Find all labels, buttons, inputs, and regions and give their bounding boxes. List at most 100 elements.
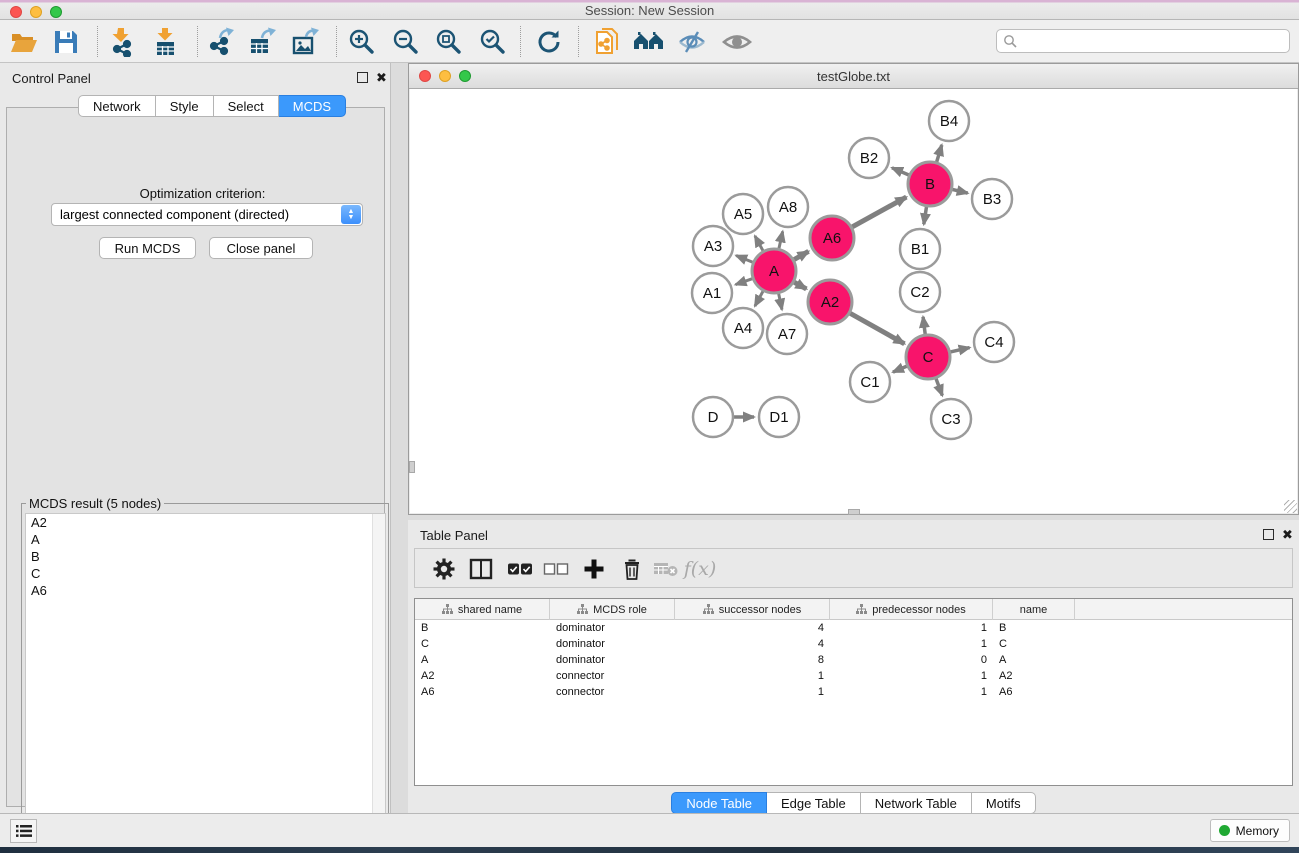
graph-node-B3[interactable]: B3 [972, 179, 1012, 219]
graph-node-A[interactable]: A [752, 249, 796, 293]
table-row[interactable]: A6connector11A6 [415, 684, 1292, 700]
home-views-icon[interactable] [631, 25, 667, 58]
delete-icon[interactable] [615, 552, 649, 585]
edge-B-B2[interactable] [892, 168, 909, 175]
column-header-mcds-role[interactable]: MCDS role [550, 599, 675, 620]
edge-A-A5[interactable] [755, 236, 763, 251]
graph-node-C4[interactable]: C4 [974, 322, 1014, 362]
tab-mcds[interactable]: MCDS [279, 95, 346, 117]
import-table-icon[interactable] [147, 25, 183, 58]
edge-A-A3[interactable] [736, 255, 753, 262]
edge-A-A6[interactable] [794, 251, 809, 259]
graph-node-A7[interactable]: A7 [767, 314, 807, 354]
network-document-icon[interactable] [589, 25, 625, 58]
export-image-icon[interactable] [288, 25, 324, 58]
column-header-predecessor-nodes[interactable]: predecessor nodes [830, 599, 993, 620]
edge-A2-C[interactable] [850, 313, 904, 344]
resize-grip[interactable] [1284, 500, 1297, 513]
table-row[interactable]: Adominator80A [415, 652, 1292, 668]
graph-node-C1[interactable]: C1 [850, 362, 890, 402]
float-panel-icon[interactable] [357, 72, 368, 83]
column-header-successor-nodes[interactable]: successor nodes [675, 599, 830, 620]
column-header-name[interactable]: name [993, 599, 1075, 620]
graph-node-A6[interactable]: A6 [810, 216, 854, 260]
edge-A-A4[interactable] [755, 291, 763, 306]
edge-C-C4[interactable] [950, 348, 969, 352]
graph-node-B2[interactable]: B2 [849, 138, 889, 178]
memory-button[interactable]: Memory [1210, 819, 1290, 842]
edge-C-C3[interactable] [936, 379, 942, 396]
columns-icon[interactable] [464, 552, 498, 585]
graph-node-B4[interactable]: B4 [929, 101, 969, 141]
show-eye-icon[interactable] [719, 25, 755, 58]
graph-node-C2[interactable]: C2 [900, 272, 940, 312]
mcds-result-item[interactable]: A [26, 531, 385, 548]
task-history-icon[interactable] [10, 819, 37, 843]
graph-node-A8[interactable]: A8 [768, 187, 808, 227]
zoom-selected-icon[interactable] [475, 25, 511, 58]
edge-C-C2[interactable] [923, 317, 925, 334]
float-table-panel-icon[interactable] [1263, 529, 1274, 540]
graph-node-A4[interactable]: A4 [723, 308, 763, 348]
tab-select[interactable]: Select [214, 95, 279, 117]
graph-node-D[interactable]: D [693, 397, 733, 437]
delete-table-icon[interactable] [649, 552, 683, 585]
table-row[interactable]: Bdominator41B [415, 620, 1292, 636]
mcds-result-item[interactable]: B [26, 548, 385, 565]
edge-B-B3[interactable] [952, 189, 967, 193]
hide-eye-icon[interactable] [674, 25, 710, 58]
graph-node-C[interactable]: C [906, 335, 950, 379]
select-all-checkbox-icon[interactable] [503, 552, 537, 585]
table-row[interactable]: Cdominator41C [415, 636, 1292, 652]
network-canvas[interactable]: B4B2BB3A5A8A6B1A3AC2A1A2A4A7C4CC1C3DD1 [410, 89, 1297, 513]
edge-C-C1[interactable] [893, 366, 907, 372]
edge-A-A7[interactable] [779, 294, 782, 310]
graph-node-B[interactable]: B [908, 162, 952, 206]
graph-node-A1[interactable]: A1 [692, 273, 732, 313]
function-builder-icon[interactable]: f(x) [683, 552, 717, 585]
edge-B-B1[interactable] [924, 207, 927, 225]
refresh-icon[interactable] [531, 25, 567, 58]
horizontal-scrollbar-handle[interactable] [848, 509, 860, 515]
edge-A-A8[interactable] [779, 231, 783, 248]
tab-style[interactable]: Style [156, 95, 214, 117]
zoom-out-icon[interactable] [388, 25, 424, 58]
graph-node-A2[interactable]: A2 [808, 280, 852, 324]
mcds-result-item[interactable]: A2 [26, 514, 385, 531]
graph-node-C3[interactable]: C3 [931, 399, 971, 439]
tab-network[interactable]: Network [78, 95, 156, 117]
mcds-result-item[interactable]: C [26, 565, 385, 582]
graph-node-B1[interactable]: B1 [900, 229, 940, 269]
network-window-titlebar[interactable]: testGlobe.txt [409, 64, 1298, 89]
run-mcds-button[interactable]: Run MCDS [99, 237, 196, 259]
column-header-shared-name[interactable]: shared name [415, 599, 550, 620]
graph-node-A5[interactable]: A5 [723, 194, 763, 234]
export-network-icon[interactable] [203, 25, 239, 58]
table-tab-motifs[interactable]: Motifs [972, 792, 1036, 814]
table-tab-node-table[interactable]: Node Table [671, 792, 767, 814]
edge-A6-B[interactable] [852, 197, 906, 227]
export-table-icon[interactable] [245, 25, 281, 58]
edge-A-A2[interactable] [794, 282, 806, 289]
save-session-icon[interactable] [48, 25, 84, 58]
close-panel-icon[interactable]: ✖ [376, 72, 387, 83]
zoom-fit-icon[interactable] [431, 25, 467, 58]
table-row[interactable]: A2connector11A2 [415, 668, 1292, 684]
add-icon[interactable] [577, 552, 611, 585]
deselect-checkbox-icon[interactable] [539, 552, 573, 585]
table-tab-network-table[interactable]: Network Table [861, 792, 972, 814]
close-panel-button[interactable]: Close panel [209, 237, 313, 259]
gear-icon[interactable] [427, 552, 461, 585]
search-input[interactable] [1017, 31, 1289, 51]
zoom-in-icon[interactable] [344, 25, 380, 58]
table-tab-edge-table[interactable]: Edge Table [767, 792, 861, 814]
graph-node-A3[interactable]: A3 [693, 226, 733, 266]
edge-A-A1[interactable] [736, 279, 753, 285]
mcds-result-item[interactable]: A6 [26, 582, 385, 599]
optimization-criterion-select[interactable]: largest connected component (directed) ▲… [51, 203, 363, 226]
vertical-scrollbar-handle[interactable] [409, 461, 415, 473]
scrollbar-track[interactable] [372, 514, 385, 842]
close-table-panel-icon[interactable]: ✖ [1282, 529, 1293, 540]
mcds-result-list[interactable]: A2ABCA6 [25, 513, 386, 843]
import-network-icon[interactable] [104, 25, 140, 58]
